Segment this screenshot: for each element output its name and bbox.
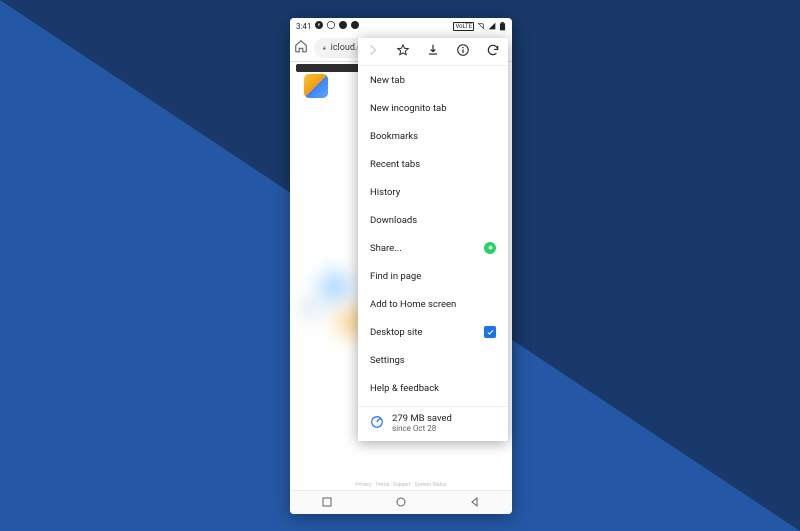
menu-label: Recent tabs [370, 159, 420, 170]
menu-icon-row [358, 38, 508, 66]
menu-label: New incognito tab [370, 103, 447, 114]
menu-label: New tab [370, 75, 405, 86]
blur-blob [320, 272, 350, 302]
menu-new-tab[interactable]: New tab [358, 66, 508, 94]
menu-desktop-site[interactable]: Desktop site [358, 318, 508, 346]
menu-label: Share... [370, 243, 402, 254]
menu-downloads[interactable]: Downloads [358, 206, 508, 234]
star-icon[interactable] [396, 43, 410, 60]
menu-bookmarks[interactable]: Bookmarks [358, 122, 508, 150]
facebook-icon-3 [351, 21, 359, 31]
menu-label: Settings [370, 355, 405, 366]
menu-settings[interactable]: Settings [358, 346, 508, 374]
lock-icon [322, 44, 327, 52]
facebook-icon-2 [339, 21, 347, 31]
download-icon[interactable] [426, 43, 440, 60]
home-icon[interactable] [294, 38, 308, 57]
menu-find-in-page[interactable]: Find in page [358, 262, 508, 290]
menu-label: Bookmarks [370, 131, 418, 142]
android-nav-bar [290, 490, 512, 514]
forward-icon[interactable] [366, 43, 380, 60]
menu-label: Add to Home screen [370, 299, 456, 310]
menu-label: Downloads [370, 215, 417, 226]
nav-back-icon[interactable] [469, 493, 481, 512]
data-saved-row[interactable]: 279 MB saved since Oct 28 [358, 406, 508, 435]
no-sim-icon [477, 22, 485, 30]
android-status-bar: 3:41 VoLTE [290, 18, 512, 34]
menu-recent-tabs[interactable]: Recent tabs [358, 150, 508, 178]
menu-history[interactable]: History [358, 178, 508, 206]
page-footer-text: Privacy · Terms · Support · System Statu… [290, 482, 512, 488]
signal-icon [488, 22, 496, 30]
blur-blob [300, 297, 322, 319]
data-saver-icon [370, 415, 384, 432]
whatsapp-icon [484, 242, 496, 254]
icloud-app-tile [304, 74, 328, 98]
menu-help[interactable]: Help & feedback [358, 374, 508, 402]
facebook-icon [315, 21, 323, 31]
nav-home-icon[interactable] [395, 493, 407, 512]
refresh-icon[interactable] [486, 43, 500, 60]
messenger-icon [327, 21, 335, 31]
data-saved-main: 279 MB saved [392, 413, 452, 424]
info-icon[interactable] [456, 43, 470, 60]
menu-label: Desktop site [370, 327, 422, 338]
menu-label: History [370, 187, 400, 198]
status-time: 3:41 [296, 22, 311, 31]
menu-share[interactable]: Share... [358, 234, 508, 262]
menu-label: Find in page [370, 271, 421, 282]
volte-badge: VoLTE [453, 22, 474, 31]
battery-icon [499, 22, 506, 31]
menu-add-home[interactable]: Add to Home screen [358, 290, 508, 318]
menu-label: Help & feedback [370, 383, 439, 394]
desktop-site-checkbox[interactable] [484, 326, 496, 338]
nav-recent-icon[interactable] [321, 493, 333, 512]
chrome-overflow-menu: New tab New incognito tab Bookmarks Rece… [358, 38, 508, 441]
data-saved-sub: since Oct 28 [392, 424, 452, 433]
menu-incognito-tab[interactable]: New incognito tab [358, 94, 508, 122]
